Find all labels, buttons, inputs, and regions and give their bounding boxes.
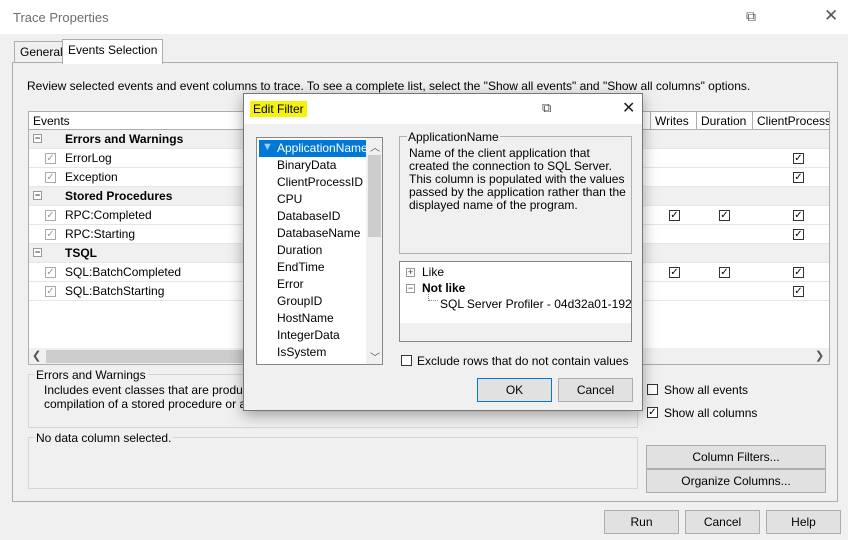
tree-hscrollbar[interactable] <box>400 323 631 341</box>
filter-icon: ▼ <box>262 141 273 153</box>
show-all-columns-label[interactable]: Show all columns <box>664 406 757 420</box>
column-checkbox[interactable]: ✓ <box>793 229 804 240</box>
info-text: Name of the client application that crea… <box>409 146 626 212</box>
duration-checkbox[interactable]: ✓ <box>719 267 730 278</box>
list-item[interactable]: IntegerData <box>259 327 367 344</box>
column-info-box: ApplicationName Name of the client appli… <box>399 130 632 254</box>
event-checkbox[interactable]: ✓ <box>45 172 56 183</box>
collapse-icon[interactable]: − <box>406 284 415 293</box>
writes-checkbox[interactable]: ✓ <box>669 267 680 278</box>
collapse-icon[interactable]: − <box>33 248 42 257</box>
list-item[interactable]: DatabaseID <box>259 208 367 225</box>
clientprocess-column-header[interactable]: ClientProcessI <box>753 112 829 130</box>
writes-checkbox[interactable]: ✓ <box>669 210 680 221</box>
scroll-left-icon[interactable]: ❮ <box>32 349 41 362</box>
show-all-events-label[interactable]: Show all events <box>664 383 748 397</box>
expand-icon[interactable]: + <box>406 268 415 277</box>
writes-column-header[interactable]: Writes <box>651 112 697 130</box>
dialog-restore-icon[interactable]: ⧉ <box>542 100 551 116</box>
dialog-title-bar: Edit Filter ⧉ ✕ <box>244 94 642 124</box>
tree-node-value[interactable]: SQL Server Profiler - 04d32a01-1920-47 <box>440 297 631 311</box>
list-item[interactable]: HostName <box>259 310 367 327</box>
dialog-cancel-button[interactable]: Cancel <box>558 378 633 402</box>
close-icon[interactable]: ✕ <box>824 6 838 26</box>
category-label: TSQL <box>65 246 97 260</box>
category-label: Stored Procedures <box>65 189 173 203</box>
organize-columns-button[interactable]: Organize Columns... <box>646 469 826 493</box>
event-label: RPC:Starting <box>65 227 136 241</box>
duration-column-header[interactable]: Duration <box>697 112 753 130</box>
cancel-button[interactable]: Cancel <box>685 510 760 534</box>
list-item[interactable]: GroupID <box>259 293 367 310</box>
collapse-icon[interactable]: − <box>33 191 42 200</box>
ok-button[interactable]: OK <box>477 378 552 402</box>
list-item[interactable]: EndTime <box>259 259 367 276</box>
tree-connector <box>428 292 438 301</box>
scroll-right-icon[interactable]: ❯ <box>815 349 824 362</box>
list-item[interactable]: DatabaseName <box>259 225 367 242</box>
list-item-selected[interactable]: ▼ ApplicationName <box>259 140 368 157</box>
event-label: Exception <box>65 170 118 184</box>
collapse-icon[interactable]: − <box>33 134 42 143</box>
event-label: RPC:Completed <box>65 208 152 222</box>
exclude-rows-checkbox[interactable] <box>401 355 412 366</box>
list-item[interactable]: Error <box>259 276 367 293</box>
list-item[interactable]: IsSystem <box>259 344 367 361</box>
column-checkbox[interactable]: ✓ <box>793 153 804 164</box>
column-checkbox[interactable]: ✓ <box>793 286 804 297</box>
column-filters-button[interactable]: Column Filters... <box>646 445 826 469</box>
event-description-line2: compilation of a stored procedure or an … <box>44 397 269 411</box>
filter-tree[interactable]: + Like − Not like SQL Server Profiler - … <box>399 261 632 342</box>
category-label: Errors and Warnings <box>65 132 184 146</box>
dialog-close-icon[interactable]: ✕ <box>622 98 635 118</box>
title-bar <box>0 0 848 34</box>
list-item[interactable]: CPU <box>259 191 367 208</box>
scroll-down-icon[interactable]: ﹀ <box>370 349 380 364</box>
show-all-events-checkbox[interactable] <box>647 384 658 395</box>
event-label: SQL:BatchStarting <box>65 284 165 298</box>
show-all-columns-checkbox[interactable]: ✓ <box>647 407 658 418</box>
event-checkbox[interactable]: ✓ <box>45 210 56 221</box>
duration-checkbox[interactable]: ✓ <box>719 210 730 221</box>
list-item[interactable]: BinaryData <box>259 157 367 174</box>
description-text: Review selected events and event columns… <box>27 79 751 93</box>
tab-general[interactable]: General <box>14 41 69 63</box>
run-button[interactable]: Run <box>604 510 679 534</box>
column-list[interactable]: ▼ ApplicationName BinaryData ClientProce… <box>256 137 383 365</box>
window-title: Trace Properties <box>13 10 109 25</box>
help-button[interactable]: Help <box>766 510 841 534</box>
event-checkbox[interactable]: ✓ <box>45 286 56 297</box>
edit-filter-dialog[interactable]: Edit Filter ⧉ ✕ ▼ ApplicationName Binary… <box>243 93 643 411</box>
tab-events-selection[interactable]: Events Selection <box>62 39 164 64</box>
list-item[interactable]: ClientProcessID <box>259 174 367 191</box>
tree-node-like[interactable]: Like <box>422 265 444 279</box>
event-group-title: Errors and Warnings <box>34 368 148 382</box>
list-scrollbar[interactable]: ︿ ﹀ <box>366 138 382 364</box>
column-checkbox[interactable]: ✓ <box>793 267 804 278</box>
column-checkbox[interactable]: ✓ <box>793 172 804 183</box>
scroll-up-icon[interactable]: ︿ <box>370 139 380 154</box>
exclude-rows-label[interactable]: Exclude rows that do not contain values <box>417 354 628 368</box>
event-checkbox[interactable]: ✓ <box>45 267 56 278</box>
event-checkbox[interactable]: ✓ <box>45 229 56 240</box>
list-item[interactable]: Duration <box>259 242 367 259</box>
column-info-text: No data column selected. <box>34 431 174 445</box>
restore-icon[interactable]: ⧉ <box>746 8 756 25</box>
event-checkbox[interactable]: ✓ <box>45 153 56 164</box>
list-scroll-thumb[interactable] <box>368 155 381 237</box>
scroll-thumb[interactable] <box>46 350 256 363</box>
event-label: SQL:BatchCompleted <box>65 265 182 279</box>
event-description-line1: Includes event classes that are produced <box>44 383 263 397</box>
column-checkbox[interactable]: ✓ <box>793 210 804 221</box>
event-label: ErrorLog <box>65 151 112 165</box>
info-title: ApplicationName <box>407 130 500 144</box>
dialog-title: Edit Filter <box>250 101 307 117</box>
